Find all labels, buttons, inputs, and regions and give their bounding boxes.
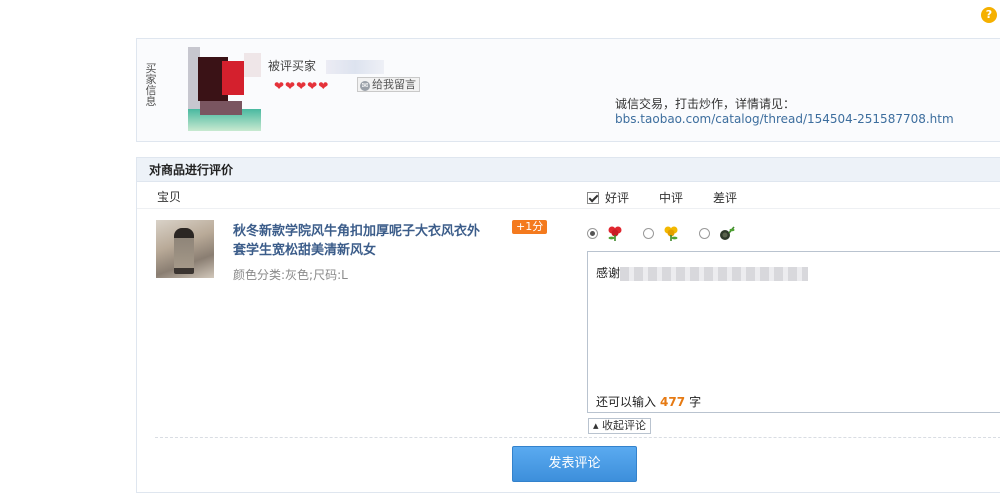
divider — [155, 437, 1000, 438]
remaining-unit: 字 — [689, 395, 702, 409]
product-title[interactable]: 秋冬新款学院风牛角扣加厚呢子大衣风衣外套学生宽松甜美清新风女 — [233, 222, 483, 260]
seller-name-row: 被评买家 — [268, 57, 385, 74]
neutral-rating-radio[interactable] — [643, 227, 654, 239]
seller-info-panel: 买家信息 被评买家 ❤❤❤❤❤ ✉ 给我留言 诚信交易，打击炒作，详情请见： bb… — [136, 38, 1000, 142]
blurred-username — [326, 59, 385, 74]
rating-options — [587, 224, 755, 242]
bad-rating-head: 差评 — [713, 191, 738, 205]
product-thumbnail[interactable] — [156, 220, 214, 278]
seller-name-label: 被评买家 — [268, 59, 317, 73]
review-panel: 对商品进行评价 宝贝 好评 中评 差评 秋冬新款学院风牛角扣加厚呢子大衣风衣外套学生… — [136, 157, 1000, 493]
avatar — [188, 47, 261, 131]
notice-link[interactable]: bbs.taobao.com/catalog/thread/154504-251… — [615, 112, 954, 126]
bad-rating-radio[interactable] — [699, 227, 710, 239]
item-column-label: 宝贝 — [157, 190, 182, 204]
leave-message-button[interactable]: ✉ 给我留言 — [357, 77, 420, 92]
seller-side-label: 买家信息 — [145, 62, 157, 108]
product-sku: 颜色分类:灰色;尺码:L — [233, 268, 348, 282]
bonus-points-badge: +1分 — [512, 220, 548, 234]
leave-message-label: 给我留言 — [372, 78, 416, 91]
red-flower-icon — [608, 226, 622, 241]
credit-hearts-icon: ❤❤❤❤❤ — [274, 79, 330, 93]
remaining-label: 还可以输入 — [596, 395, 657, 409]
rating-column-heads: 好评 中评 差评 — [587, 189, 767, 206]
blurred-comment — [620, 266, 809, 281]
good-rating-radio[interactable] — [587, 227, 598, 239]
good-rating-head: 好评 — [605, 191, 630, 205]
comment-prefix: 感谢 — [596, 266, 621, 280]
neutral-rating-head: 中评 — [659, 191, 684, 205]
message-icon: ✉ — [360, 81, 370, 91]
collapse-arrow-icon: ▴ — [593, 419, 599, 432]
remaining-count: 477 — [660, 395, 686, 409]
comment-textarea[interactable]: 感谢 还可以输入 477 字 — [587, 251, 1000, 413]
collapse-comment-button[interactable]: ▴ 收起评论 — [588, 418, 652, 434]
column-header-row: 宝贝 好评 中评 差评 — [137, 182, 1000, 209]
char-counter: 还可以输入 477 字 — [596, 393, 701, 410]
comment-text: 感谢 — [596, 264, 809, 281]
integrity-notice: 诚信交易，打击炒作，详情请见： — [615, 97, 796, 111]
withered-flower-icon — [720, 226, 735, 240]
review-header: 对商品进行评价 — [137, 158, 1000, 182]
select-all-checkbox[interactable] — [587, 192, 599, 204]
collapse-label: 收起评论 — [602, 419, 647, 432]
help-icon[interactable]: ? — [981, 7, 997, 23]
submit-review-button[interactable]: 发表评论 — [512, 446, 637, 482]
yellow-flower-icon — [664, 226, 678, 241]
